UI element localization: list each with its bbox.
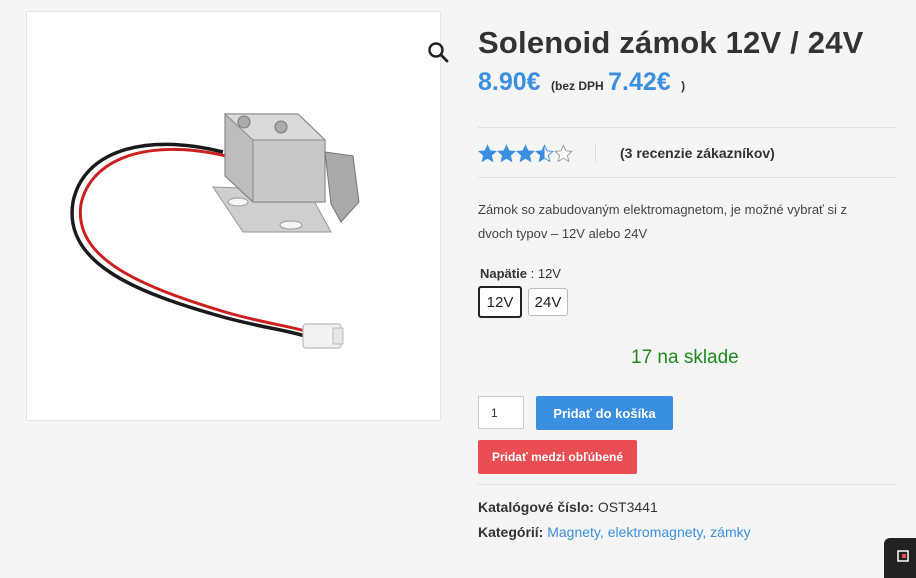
quantity-input[interactable]: 1 — [478, 396, 524, 429]
widget-icon[interactable] — [884, 538, 916, 578]
star-icon — [554, 143, 573, 162]
category-link[interactable]: zámky — [710, 524, 750, 540]
star-icon — [497, 143, 516, 162]
divider — [478, 127, 896, 128]
rating: (3 recenzie zákazníkov) — [478, 143, 775, 163]
star-rating — [478, 143, 573, 163]
categories-row: Kategórií: Magnety, elektromagnety, zámk… — [478, 524, 751, 540]
price-without-vat: 7.42€ — [608, 68, 671, 96]
product-title: Solenoid zámok 12V / 24V — [478, 25, 864, 60]
price-row: 8.90€ (bez DPH 7.42€ ) — [478, 68, 685, 97]
divider — [595, 143, 596, 163]
short-description: Zámok so zabudovaným elektromagnetom, je… — [478, 202, 848, 241]
divider — [478, 484, 896, 485]
add-to-cart-button[interactable]: Pridať do košíka — [536, 396, 673, 430]
product-image[interactable] — [63, 92, 373, 382]
sku-value: OST3441 — [597, 499, 658, 515]
add-to-wishlist-button[interactable]: Pridať medzi obľúbené — [478, 440, 637, 474]
product-gallery — [26, 11, 449, 421]
star-icon — [516, 143, 535, 162]
star-icon — [535, 143, 554, 162]
attribute-selected: 12V — [537, 266, 561, 281]
attribute-label: Napätie : 12V — [480, 266, 561, 281]
category-separator: , — [599, 524, 608, 540]
categories-label: Kategórií: — [478, 524, 544, 540]
divider — [478, 177, 896, 178]
category-link[interactable]: Magnety — [547, 524, 600, 540]
attribute-separator: : — [530, 266, 535, 281]
variation-options: 12V 24V — [478, 286, 574, 318]
option-24v[interactable]: 24V — [528, 288, 568, 316]
category-link[interactable]: elektromagnety — [608, 524, 703, 540]
option-12v[interactable]: 12V — [478, 286, 522, 318]
reviews-link[interactable]: (3 recenzie zákazníkov) — [620, 145, 775, 161]
category-separator: , — [702, 524, 711, 540]
price: 8.90€ — [478, 68, 541, 96]
sku-label: Katalógové číslo: — [478, 499, 594, 515]
vat-close: ) — [681, 79, 686, 93]
search-icon[interactable] — [426, 40, 450, 64]
sku-row: Katalógové číslo: OST3441 — [478, 499, 658, 515]
star-icon — [478, 143, 497, 162]
vat-label: (bez DPH — [551, 79, 604, 93]
attribute-name: Napätie — [480, 266, 527, 281]
stock-status: 17 na sklade — [631, 347, 739, 368]
